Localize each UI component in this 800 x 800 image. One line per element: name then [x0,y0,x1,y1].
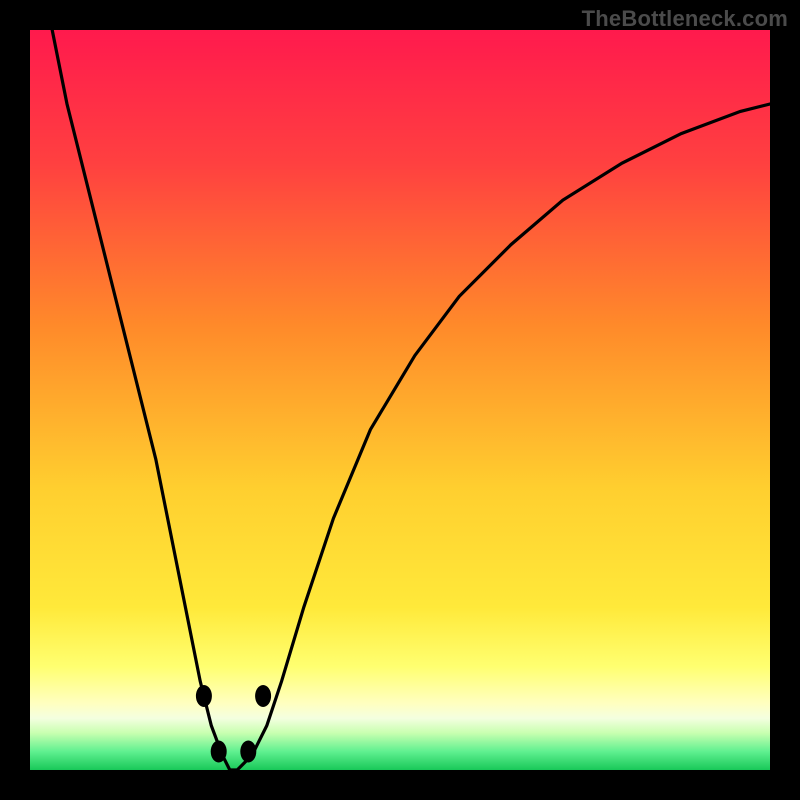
watermark-text: TheBottleneck.com [582,6,788,32]
plot-area [30,30,770,770]
background-gradient [30,30,770,770]
chart-frame [30,30,770,770]
